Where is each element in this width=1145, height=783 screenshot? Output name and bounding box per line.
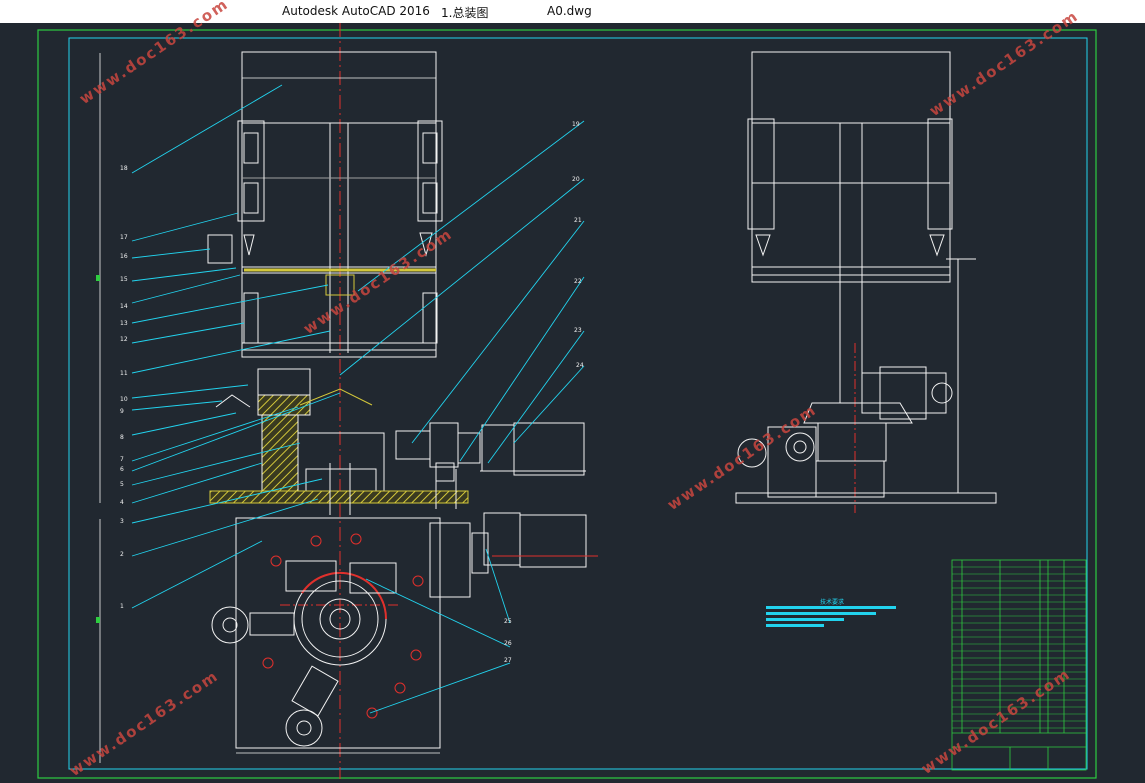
part-label: 14 <box>120 303 128 310</box>
app-name: Autodesk AutoCAD 2016 <box>282 4 430 18</box>
part-label: 3 <box>120 518 124 525</box>
part-label: 27 <box>504 657 512 664</box>
part-label: 2 <box>120 551 124 558</box>
part-label: 18 <box>120 165 128 172</box>
part-label: 23 <box>574 327 582 334</box>
part-label: 15 <box>120 276 128 283</box>
outer-frame <box>37 29 1097 779</box>
part-label: 12 <box>120 336 128 343</box>
part-label: 5 <box>120 481 124 488</box>
part-labels-right: 19 20 21 22 23 24 25 26 27 <box>504 121 584 664</box>
part-label: 11 <box>120 370 128 377</box>
leader-lines <box>131 84 585 714</box>
drawing-name: 1.总装图 <box>441 6 489 20</box>
part-label: 4 <box>120 499 124 506</box>
tech-requirements-title: 技术要求 <box>820 598 844 606</box>
part-label: 8 <box>120 434 124 441</box>
gearbox-section <box>209 368 586 515</box>
part-label: 26 <box>504 640 512 647</box>
part-label: 16 <box>120 253 128 260</box>
plan-view <box>211 512 598 749</box>
part-label: 21 <box>574 217 582 224</box>
drawing-canvas[interactable]: 18 17 16 15 14 13 12 11 10 9 8 7 6 5 4 3… <box>0 0 1145 780</box>
part-label: 1 <box>120 603 124 610</box>
part-label: 6 <box>120 466 124 473</box>
tech-requirements: 技术要求 <box>766 598 896 627</box>
part-label: 7 <box>120 456 124 463</box>
part-label: 9 <box>120 408 124 415</box>
part-labels-left: 18 17 16 15 14 13 12 11 10 9 8 7 6 5 4 3… <box>120 165 128 610</box>
file-name: A0.dwg <box>547 4 592 18</box>
part-label: 22 <box>574 278 582 285</box>
inner-frame <box>68 37 1088 770</box>
part-label: 10 <box>120 396 128 403</box>
part-label: 17 <box>120 234 128 241</box>
cad-drawing[interactable]: 18 17 16 15 14 13 12 11 10 9 8 7 6 5 4 3… <box>0 23 1145 779</box>
part-label: 20 <box>572 176 580 183</box>
part-label: 13 <box>120 320 128 327</box>
window-titlebar: Autodesk AutoCAD 2016 1.总装图 A0.dwg <box>0 0 1145 23</box>
part-label: 25 <box>504 618 512 625</box>
part-label: 19 <box>572 121 580 128</box>
part-label: 24 <box>576 362 584 369</box>
